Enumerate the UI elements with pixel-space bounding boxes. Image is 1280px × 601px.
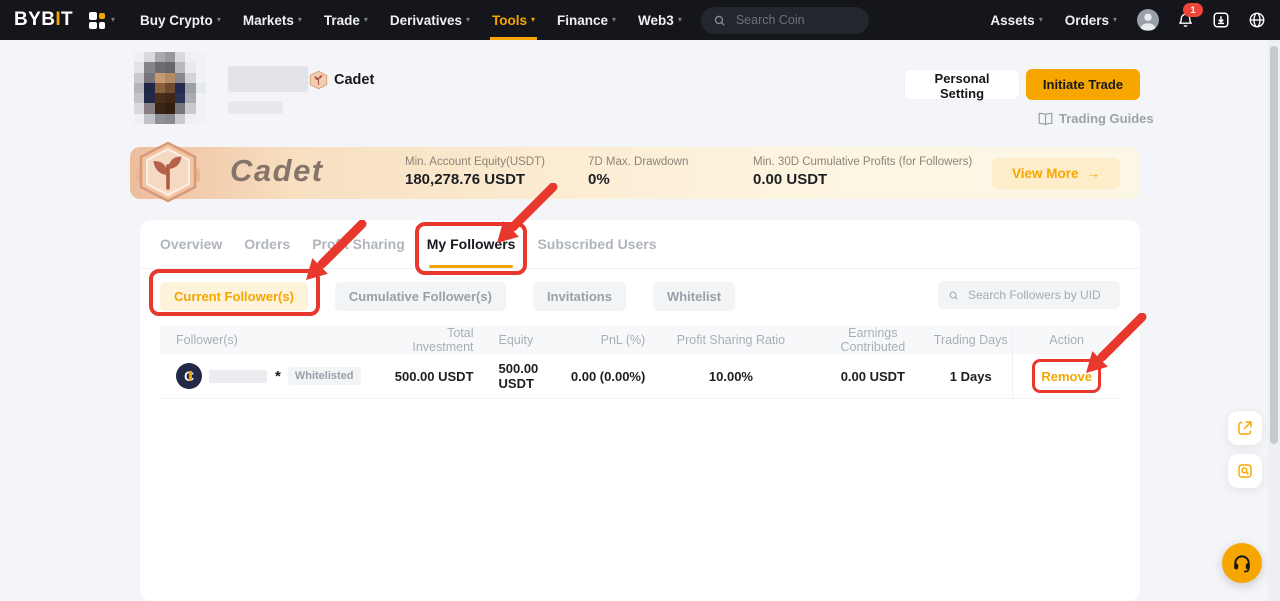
trading-guides-link[interactable]: Trading Guides [1038,111,1154,126]
chevron-down-icon: ▾ [298,16,302,24]
trader-avatar-blurred [134,52,206,124]
search-icon [948,289,959,302]
chevron-down-icon: ▾ [1113,16,1117,24]
book-icon [1038,112,1053,126]
table-header: Follower(s)Total InvestmentEquityPnL (%)… [160,326,1120,354]
chevron-down-icon: ▾ [612,16,616,24]
cell-equity: 500.00 USDT [474,361,563,391]
coin-search-input[interactable] [734,12,852,28]
nav-item-derivatives[interactable]: Derivatives▾ [379,0,481,40]
apps-grid-icon [89,12,106,29]
chevron-down-icon: ▾ [364,16,368,24]
apps-grid-button[interactable]: ▾ [89,12,115,29]
column-header-total-investment: Total Investment [385,326,473,354]
share-floating-button[interactable] [1228,411,1262,445]
cell-profit-sharing-ratio: 10.00% [645,369,816,384]
nav-item-orders[interactable]: Orders▾ [1063,13,1119,28]
whitelisted-tag: Whitelisted [288,367,361,385]
page-scrollbar-thumb[interactable] [1270,46,1278,444]
column-header-equity: Equity [474,333,563,347]
arrow-right-icon: → [1087,166,1101,181]
cadet-level-banner: Cadet Min. Account Equity(USDT)180,278.7… [130,147,1140,199]
follower-name-blurred [209,370,267,383]
cell-trading-days: 1 Days [929,369,1012,384]
chevron-down-icon: ▾ [531,16,535,24]
cadet-level-title: Cadet [230,153,324,189]
subtab-whitelist[interactable]: Whitelist [653,282,735,311]
navbar-right: Assets▾ Orders▾ 1 [988,9,1266,31]
support-chat-button[interactable] [1222,543,1262,583]
notifications-button[interactable]: 1 [1177,11,1194,29]
chevron-down-icon: ▾ [678,16,682,24]
follower-avatar: C [176,363,202,389]
coin-search[interactable] [701,7,869,34]
column-header-action: Action [1012,326,1120,354]
chevron-down-icon: ▾ [1039,16,1043,24]
bybit-copy-trading-page: BYBIT ▾ Buy Crypto▾Markets▾Trade▾Derivat… [0,0,1280,601]
cadet-hexagon-icon [308,70,329,90]
view-more-button[interactable]: View More→ [992,158,1120,189]
cadet-badge: Cadet [308,70,374,90]
nav-item-web3[interactable]: Web3▾ [627,0,693,40]
chevron-down-icon: ▾ [217,16,221,24]
download-icon [1212,11,1230,29]
column-header-earnings-contributed: Earnings Contributed [817,326,930,354]
account-avatar[interactable] [1137,9,1159,31]
follower-table-row: C * Whitelisted 500.00 USDT 500.00 USDT … [160,354,1120,399]
banner-stat-min-30d-cumulative-profits-for: Min. 30D Cumulative Profits (for Followe… [753,156,972,188]
personal-setting-button[interactable]: Personal Setting [904,69,1020,100]
tab-my-followers[interactable]: My Followers [427,220,516,268]
headset-icon [1232,553,1252,573]
nav-item-markets[interactable]: Markets▾ [232,0,313,40]
followers-card: Overview Orders Profit Sharing My Followers… [140,220,1140,601]
subtab-current-follower-s[interactable]: Current Follower(s) [160,282,308,311]
banner-stat-min-account-equity-usdt: Min. Account Equity(USDT)180,278.76 USDT [405,156,545,188]
top-navbar: BYBIT ▾ Buy Crypto▾Markets▾Trade▾Derivat… [0,0,1280,40]
nav-item-tools[interactable]: Tools▾ [481,0,546,40]
column-header-pnl: PnL (%) [562,333,645,347]
trader-name-blurred [228,66,308,92]
favorite-star: * [275,368,281,385]
banner-stat-7d-max-drawdown: 7D Max. Drawdown0% [588,156,688,188]
bybit-logo[interactable]: BYBIT [14,9,73,31]
language-button[interactable] [1248,11,1266,29]
follower-search-input[interactable] [966,287,1110,303]
cell-pnl: 0.00 (0.00%) [562,369,645,384]
main-nav: Buy Crypto▾Markets▾Trade▾Derivatives▾Too… [129,0,693,40]
cell-earnings-contributed: 0.00 USDT [817,369,930,384]
search-icon [713,14,726,27]
nav-item-finance[interactable]: Finance▾ [546,0,627,40]
preview-floating-button[interactable] [1228,454,1262,488]
user-icon [1137,9,1159,31]
cadet-hexagon-badge-icon [136,141,200,203]
tabs-row: Overview Orders Profit Sharing My Followers… [140,220,1140,269]
follower-search[interactable] [938,281,1120,309]
notification-badge: 1 [1183,3,1203,17]
initiate-trade-button[interactable]: Initiate Trade [1026,69,1140,100]
cell-total-investment: 500.00 USDT [385,369,473,384]
tab-profit-sharing[interactable]: Profit Sharing [312,220,405,268]
column-header-follower-s: Follower(s) [160,333,385,347]
nav-item-trade[interactable]: Trade▾ [313,0,379,40]
globe-icon [1248,11,1266,29]
tab-subscribed-users[interactable]: Subscribed Users [537,220,656,268]
logo-text-2: T [61,9,73,30]
subtab-cumulative-follower-s[interactable]: Cumulative Follower(s) [335,282,506,311]
nav-item-assets[interactable]: Assets▾ [988,13,1044,28]
doc-search-icon [1237,463,1253,479]
external-link-icon [1237,420,1253,436]
nav-item-buy-crypto[interactable]: Buy Crypto▾ [129,0,232,40]
subtab-invitations[interactable]: Invitations [533,282,626,311]
remove-button[interactable]: Remove [1041,369,1092,384]
cadet-badge-label: Cadet [334,72,374,88]
tab-orders[interactable]: Orders [244,220,290,268]
tab-overview[interactable]: Overview [160,220,222,268]
logo-text: BYB [14,9,55,30]
column-header-profit-sharing-ratio: Profit Sharing Ratio [645,333,816,347]
trader-uid-blurred [228,101,283,114]
chevron-down-icon: ▾ [466,16,470,24]
chevron-down-icon: ▾ [111,16,115,24]
column-header-trading-days: Trading Days [929,333,1012,347]
download-app-button[interactable] [1212,11,1230,29]
